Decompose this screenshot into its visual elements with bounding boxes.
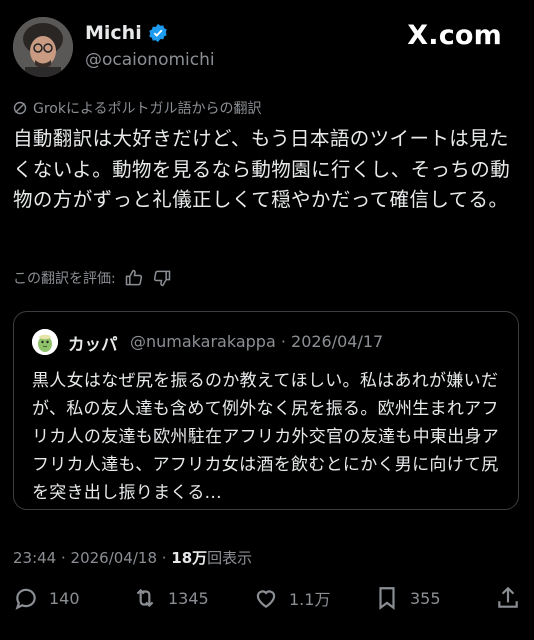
action-bar: 140 1345 1.1万 355 bbox=[0, 585, 534, 625]
share-button[interactable] bbox=[495, 585, 521, 611]
bookmark-count: 355 bbox=[410, 588, 441, 608]
quoted-avatar[interactable] bbox=[32, 329, 58, 355]
reply-icon bbox=[15, 588, 36, 610]
repost-count: 1345 bbox=[168, 588, 209, 608]
grok-icon bbox=[13, 101, 27, 115]
tweet-text: 自動翻訳は大好きだけど、もう日本語のツイートは見たくないよ。動物を見るなら動物園… bbox=[13, 127, 511, 211]
like-icon bbox=[256, 590, 276, 608]
bookmark-button[interactable]: 355 bbox=[374, 585, 441, 611]
reply-button[interactable]: 140 bbox=[13, 585, 80, 611]
reply-count: 140 bbox=[49, 588, 80, 608]
repost-button[interactable]: 1345 bbox=[132, 585, 209, 611]
rate-translation-row: この翻訳を評価: bbox=[13, 268, 172, 288]
author-name[interactable]: Michi bbox=[85, 22, 142, 44]
bookmark-icon bbox=[379, 587, 395, 610]
quoted-author-name[interactable]: カッパ bbox=[68, 331, 118, 355]
verified-badge-icon bbox=[149, 23, 167, 43]
tweet-meta: 23:44 · 2026/04/18 · 18万回表示 bbox=[13, 547, 252, 568]
translation-note: Grokによるポルトガル語からの翻訳 bbox=[13, 98, 262, 118]
views-count: 18万 bbox=[171, 549, 208, 567]
avatar[interactable] bbox=[13, 17, 73, 77]
rate-translation-label: この翻訳を評価: bbox=[13, 271, 116, 287]
thumbs-up-icon[interactable] bbox=[124, 268, 144, 288]
like-count: 1.1万 bbox=[289, 590, 331, 609]
repost-icon bbox=[136, 588, 154, 608]
quoted-handle-date[interactable]: @numakarakappa · 2026/04/17 bbox=[130, 332, 383, 351]
share-icon bbox=[498, 586, 518, 608]
display-name[interactable]: Michi bbox=[85, 22, 168, 44]
translation-source-label: Grokによるポルトガル語からの翻訳 bbox=[33, 101, 262, 117]
site-watermark: X.com bbox=[407, 20, 502, 51]
quoted-tweet-card[interactable]: カッパ @numakarakappa · 2026/04/17 黒人女はなぜ尻を… bbox=[13, 311, 519, 510]
quoted-tweet-text: 黒人女はなぜ尻を振るのか教えてほしい。私はあれが嫌いだが、私の友人達も含めて例外… bbox=[32, 371, 500, 503]
thumbs-down-icon[interactable] bbox=[152, 268, 172, 288]
tweet-timestamp[interactable]: 23:44 · 2026/04/18 · bbox=[13, 549, 171, 567]
author-handle[interactable]: @ocaionomichi bbox=[85, 50, 215, 70]
like-button[interactable]: 1.1万 bbox=[253, 585, 330, 611]
views-label: 回表示 bbox=[207, 549, 253, 567]
